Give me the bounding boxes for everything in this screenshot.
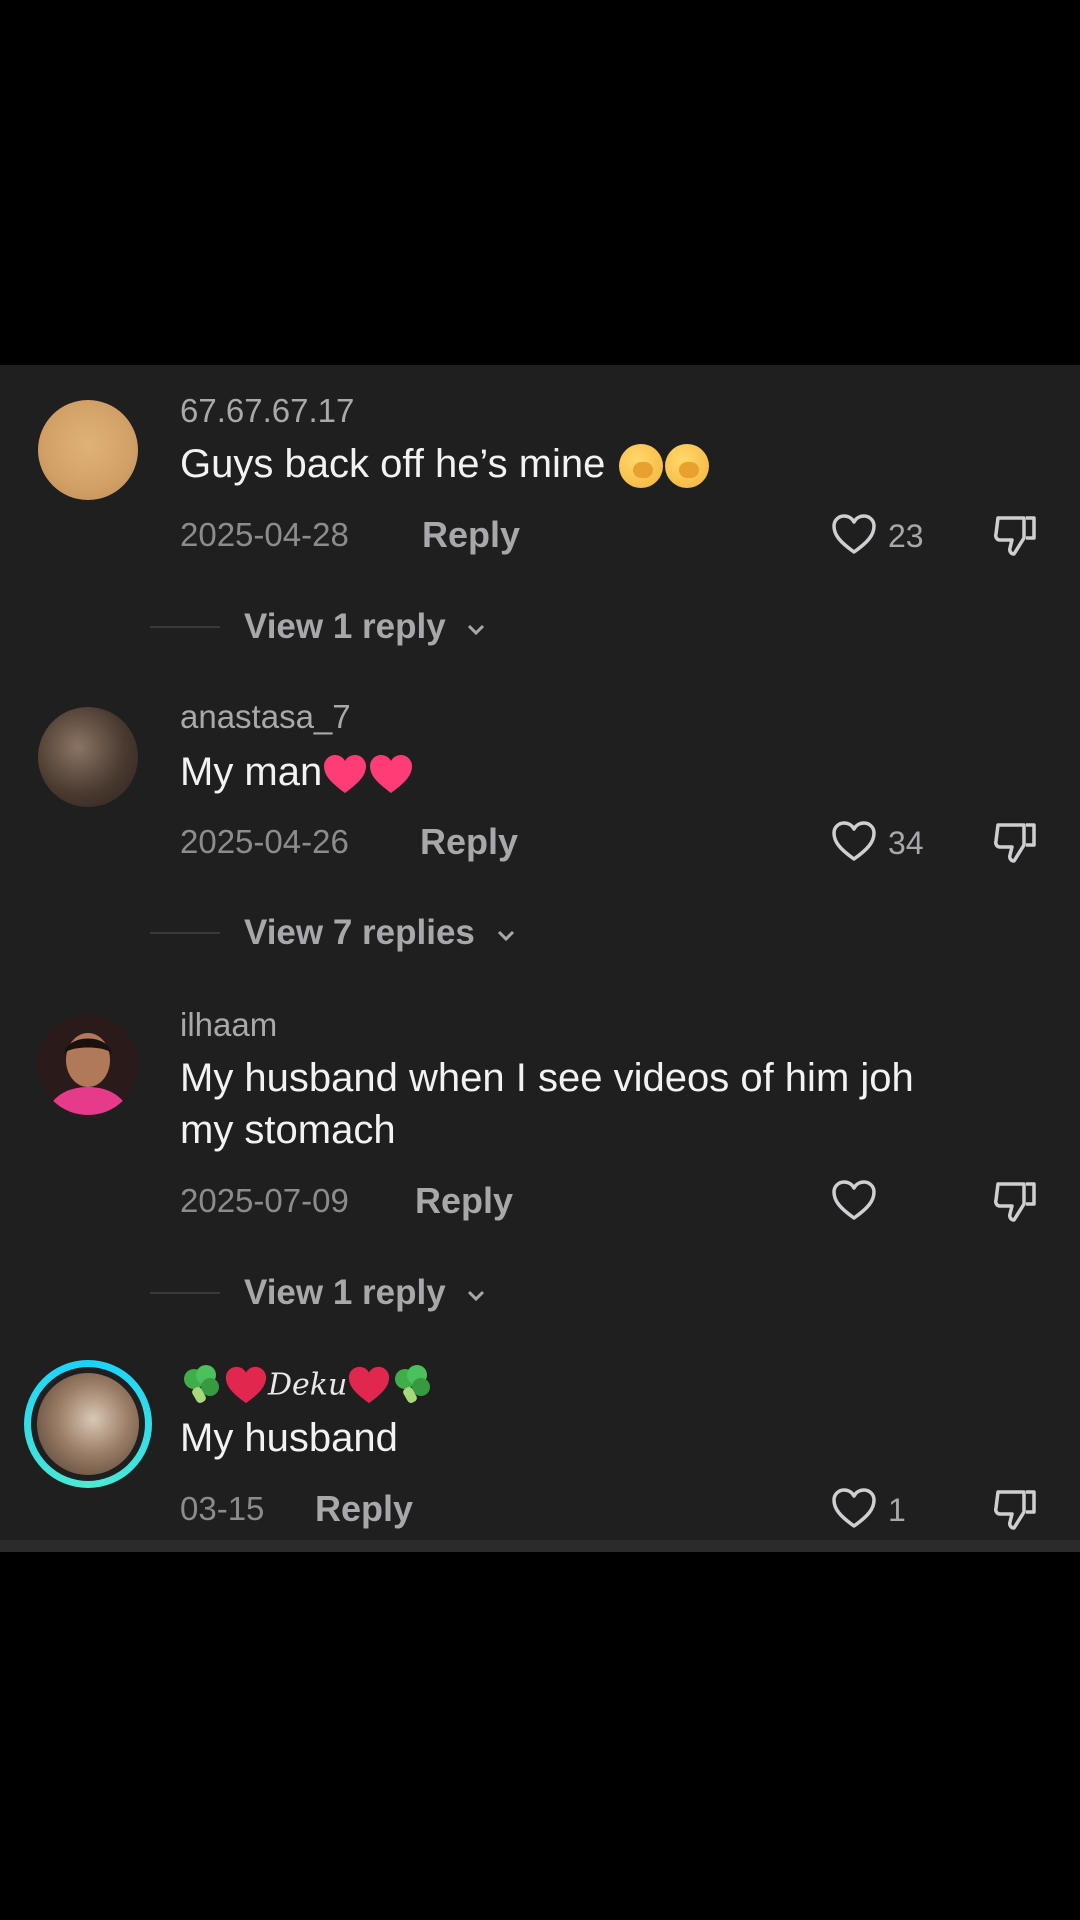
avatar-story-ring[interactable] [24,1360,152,1488]
broccoli-emoji-icon [184,1365,219,1403]
view-replies-label: View 1 reply [244,1273,446,1312]
view-replies-button[interactable]: View 1 reply [244,1273,487,1313]
heart-emoji-icon [349,1366,390,1404]
like-count: 34 [888,825,924,861]
avatar [37,1373,139,1475]
comment-text-line: My husband when I see videos of him joh [180,1056,914,1100]
comment-text: My husband when I see videos of him joh … [180,1052,1020,1156]
comment-text: My husband [180,1416,398,1460]
comment-text-content: Guys back off he’s mine [180,442,606,486]
comment-text-content: My man [180,750,323,794]
comment-username[interactable]: 67.67.67.17 [180,392,354,430]
divider [150,932,220,934]
reply-button[interactable]: Reply [315,1488,413,1530]
reply-button[interactable]: Reply [415,1180,513,1222]
dislike-icon[interactable] [990,1176,1040,1226]
broccoli-emoji-icon [395,1365,431,1403]
dislike-icon[interactable] [990,1484,1040,1534]
heart-emoji-icon [324,755,367,794]
comment-username[interactable]: anastasa_7 [180,698,351,736]
comment-date: 03-15 [180,1490,265,1527]
heart-like-icon[interactable] [830,1178,878,1222]
heart-emoji-icon [370,755,413,794]
avatar[interactable] [38,707,138,807]
heart-like-icon[interactable] [830,819,878,863]
comment-text: Guys back off he’s mine [180,438,1020,490]
avatar-image [38,1015,138,1115]
like-count: 1 [888,1492,906,1528]
comment-text-line: my stomach [180,1108,396,1152]
reply-button[interactable]: Reply [420,821,518,863]
username-text: Deku [268,1367,348,1403]
chevron-down-icon [468,1290,485,1301]
view-replies-button[interactable]: View 1 reply [244,607,487,647]
view-replies-label: View 7 replies [244,913,475,952]
dislike-icon[interactable] [990,817,1040,867]
comment-date: 2025-07-09 [180,1182,349,1219]
panel-bottom-border [0,1540,1080,1552]
like-count: 23 [888,518,924,554]
comment-date: 2025-04-28 [180,516,349,553]
heart-like-icon[interactable] [830,1486,878,1530]
comment-text: My man [180,746,1020,798]
comment-date: 2025-04-26 [180,823,349,860]
hand-over-mouth-emoji-icon [664,444,709,489]
avatar[interactable] [38,1015,138,1115]
hand-over-mouth-emoji-icon [618,444,663,489]
comment-username[interactable]: ilhaam [180,1006,277,1044]
view-replies-button[interactable]: View 7 replies [244,913,517,953]
heart-like-icon[interactable] [830,512,878,556]
heart-emoji-icon [225,1366,267,1404]
reply-button[interactable]: Reply [422,514,520,556]
chevron-down-icon [497,930,514,941]
comment-username[interactable]: Deku [180,1363,435,1407]
avatar[interactable] [38,400,138,500]
view-replies-label: View 1 reply [244,607,446,646]
dislike-icon[interactable] [990,510,1040,560]
divider [150,626,220,628]
chevron-down-icon [468,624,485,635]
divider [150,1292,220,1294]
